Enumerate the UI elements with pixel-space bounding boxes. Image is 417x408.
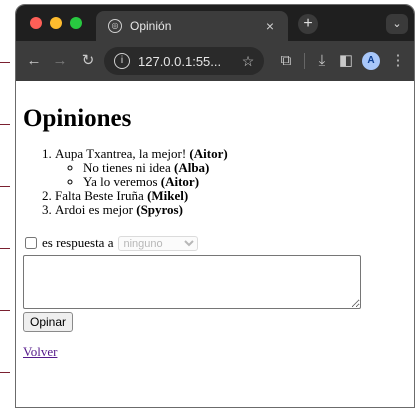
reply-text: Ya lo veremos bbox=[83, 174, 161, 189]
opinion-textarea[interactable] bbox=[23, 255, 361, 309]
opinion-item: Ardoi es mejor (Spyros) bbox=[55, 203, 414, 217]
menu-icon[interactable]: ⋮ bbox=[388, 51, 408, 71]
reply-checkbox[interactable] bbox=[25, 237, 37, 249]
reply-row: es respuesta a ninguno bbox=[23, 235, 414, 251]
back-icon[interactable]: ← bbox=[24, 51, 44, 71]
url-text: 127.0.0.1:55... bbox=[138, 53, 222, 69]
browser-toolbar: ← → ↻ i 127.0.0.1:55... ☆ ⧉ ⤓ ◧ A ⋮ bbox=[16, 41, 414, 81]
back-link[interactable]: Volver bbox=[23, 344, 57, 360]
tab-title: Opinión bbox=[130, 19, 172, 33]
tab-search-button[interactable]: ⌄ bbox=[386, 14, 408, 34]
tab-close-icon[interactable]: × bbox=[260, 18, 280, 34]
page-title: Opiniones bbox=[23, 105, 132, 132]
info-icon[interactable]: i bbox=[114, 53, 130, 69]
edge-markers bbox=[0, 0, 14, 408]
browser-window: ◎ Opinión × + ⌄ ← → ↻ i 127.0.0.1:55... … bbox=[15, 4, 415, 408]
extensions-icon[interactable]: ⧉ bbox=[276, 51, 296, 71]
globe-icon: ◎ bbox=[108, 19, 122, 33]
opinion-list: Aupa Txantrea, la mejor! (Aitor) No tien… bbox=[23, 147, 414, 217]
reload-icon[interactable]: ↻ bbox=[78, 51, 98, 71]
title-bar: ◎ Opinión × + ⌄ bbox=[16, 5, 414, 41]
forward-icon[interactable]: → bbox=[50, 51, 70, 71]
toolbar-divider bbox=[304, 53, 305, 69]
reply-author: (Alba) bbox=[173, 160, 210, 175]
profile-avatar[interactable]: A bbox=[362, 52, 380, 70]
reply-list: No tienes ni idea (Alba) Ya lo veremos (… bbox=[55, 161, 414, 189]
submit-opinion-button[interactable]: Opinar bbox=[23, 312, 74, 332]
opinion-author: (Spyros) bbox=[136, 202, 183, 217]
close-window-button[interactable] bbox=[30, 17, 42, 29]
opinion-author: (Aitor) bbox=[189, 146, 228, 161]
star-icon[interactable]: ☆ bbox=[238, 53, 258, 70]
reply-item: No tienes ni idea (Alba) bbox=[83, 161, 414, 175]
reply-target-select[interactable]: ninguno bbox=[118, 235, 199, 251]
page-content: Opiniones Aupa Txantrea, la mejor! (Aito… bbox=[16, 81, 414, 361]
opinion-text: Aupa Txantrea, la mejor! bbox=[55, 146, 190, 161]
opinion-author: (Mikel) bbox=[147, 188, 189, 203]
side-panel-icon[interactable]: ◧ bbox=[336, 51, 356, 71]
reply-author: (Aitor) bbox=[160, 174, 200, 189]
minimize-window-button[interactable] bbox=[50, 17, 62, 29]
new-tab-button[interactable]: + bbox=[298, 14, 318, 34]
browser-tab[interactable]: ◎ Opinión × bbox=[96, 11, 288, 41]
reply-item: Ya lo veremos (Aitor) bbox=[83, 175, 414, 189]
download-icon[interactable]: ⤓ bbox=[312, 51, 332, 71]
opinion-item: Aupa Txantrea, la mejor! (Aitor) No tien… bbox=[55, 147, 414, 189]
opinion-text: Ardoi es mejor bbox=[55, 202, 137, 217]
opinion-item: Falta Beste Iruña (Mikel) bbox=[55, 189, 414, 203]
maximize-window-button[interactable] bbox=[70, 17, 82, 29]
address-bar[interactable]: i 127.0.0.1:55... ☆ bbox=[104, 47, 264, 75]
reply-text: No tienes ni idea bbox=[83, 160, 174, 175]
opinion-text: Falta Beste Iruña bbox=[55, 188, 148, 203]
reply-label: es respuesta a bbox=[42, 235, 114, 250]
